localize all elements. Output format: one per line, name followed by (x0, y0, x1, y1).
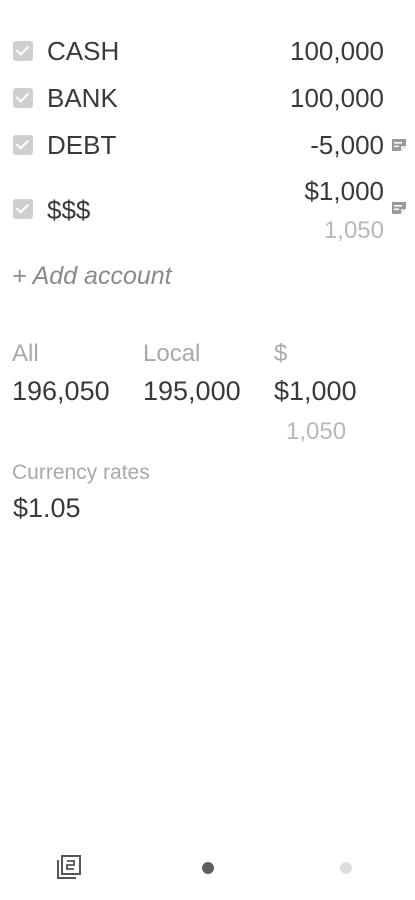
account-row-cash[interactable]: CASH 100,000 (0, 29, 415, 73)
note-icon[interactable] (391, 201, 407, 215)
total-all-value: 196,050 (12, 376, 110, 406)
account-checkbox[interactable] (13, 88, 33, 108)
account-checkbox[interactable] (13, 135, 33, 155)
page-indicator-dot-active[interactable] (202, 862, 214, 874)
account-row-debt[interactable]: DEBT -5,000 (0, 122, 415, 166)
account-amount: $1,000 (304, 176, 384, 206)
account-name: BANK (47, 83, 118, 113)
account-name: CASH (47, 36, 120, 66)
account-amount: -5,000 (310, 130, 384, 160)
total-local-label: Local (143, 340, 201, 367)
page-indicator-dot[interactable] (340, 862, 352, 874)
account-name: DEBT (47, 130, 117, 160)
total-foreign-label: $ (274, 340, 288, 367)
total-local-value: 195,000 (143, 376, 241, 406)
total-foreign-value: $1,000 (274, 376, 357, 406)
currency-rate-value[interactable]: $1.05 (13, 493, 81, 524)
account-checkbox[interactable] (13, 199, 33, 219)
total-foreign-converted: 1,050 (286, 418, 347, 445)
currency-rates-label: Currency rates (12, 461, 150, 484)
account-row-bank[interactable]: BANK 100,000 (0, 76, 415, 120)
account-converted-amount: 1,050 (323, 217, 384, 244)
note-icon[interactable] (391, 138, 407, 152)
account-amount: 100,000 (290, 36, 384, 66)
pages-icon[interactable] (55, 854, 83, 880)
account-amount: 100,000 (290, 83, 384, 113)
account-name: $$$ (47, 195, 91, 225)
account-row-dollars[interactable]: $$$ $1,000 1,050 (0, 170, 415, 248)
add-account-button[interactable]: + Add account (12, 262, 172, 291)
account-checkbox[interactable] (13, 41, 33, 61)
total-all-label: All (12, 340, 39, 367)
bottom-bar (0, 840, 415, 900)
